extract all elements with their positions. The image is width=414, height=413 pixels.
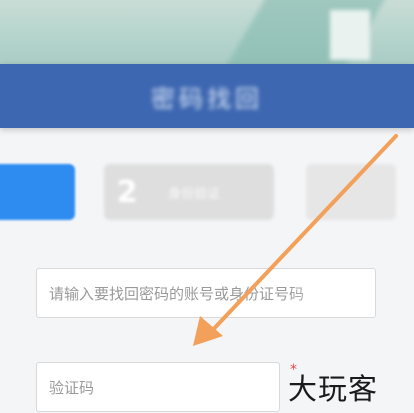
account-placeholder: 请输入要找回密码的账号或身份证号码 <box>49 284 305 303</box>
account-input[interactable]: 请输入要找回密码的账号或身份证号码 <box>36 268 376 318</box>
step-1-active <box>0 164 75 220</box>
step-2: 2 身份验证 <box>104 164 274 220</box>
header-bar: 密码找回 <box>0 64 414 128</box>
step-2-label: 身份验证 <box>168 186 221 202</box>
banner-shape <box>218 0 402 64</box>
verification-code-input[interactable]: 验证码 <box>36 362 280 412</box>
watermark-logo: 大玩客 <box>288 372 379 406</box>
step-3 <box>306 164 396 220</box>
input-fade <box>285 269 375 317</box>
top-banner-image <box>0 0 414 64</box>
code-placeholder: 验证码 <box>49 378 95 397</box>
banner-shape-light <box>330 10 370 60</box>
page-title: 密码找回 <box>151 84 263 113</box>
step-2-number: 2 <box>116 174 138 210</box>
step-indicator: 2 身份验证 <box>0 160 414 224</box>
